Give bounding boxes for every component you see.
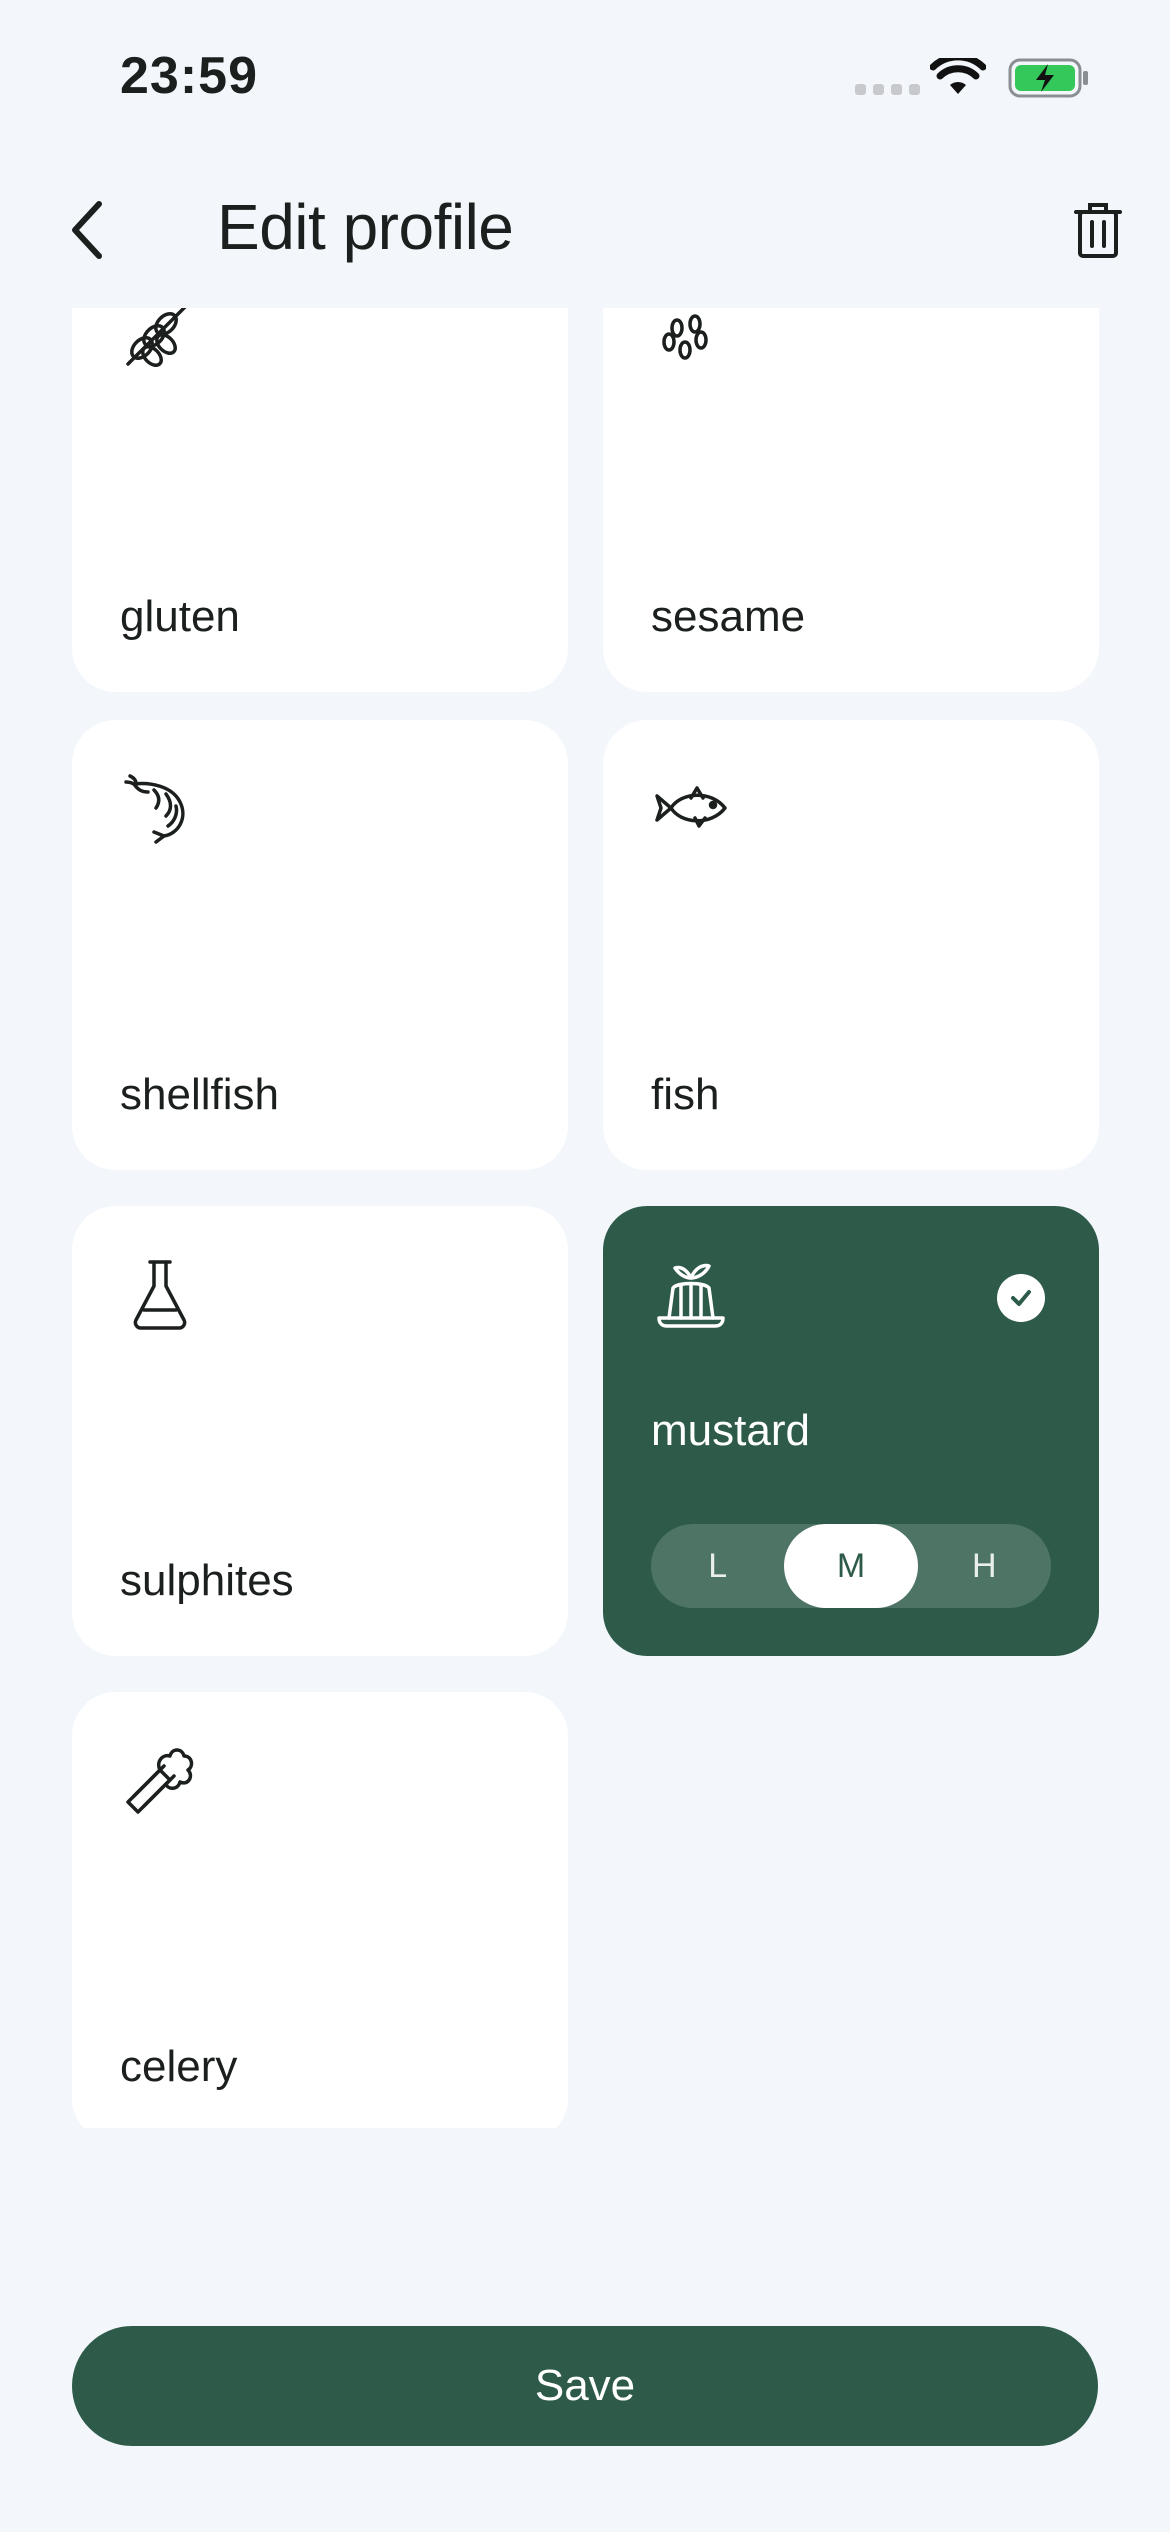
page-title: Edit profile bbox=[217, 191, 514, 263]
wifi-icon bbox=[930, 58, 986, 94]
celery-icon bbox=[126, 1748, 194, 1814]
severity-option-high[interactable]: H bbox=[918, 1524, 1051, 1608]
allergen-card-gluten[interactable]: gluten bbox=[72, 308, 568, 692]
cellular-signal-icon bbox=[855, 84, 920, 95]
allergen-card-sulphites[interactable]: sulphites bbox=[72, 1206, 568, 1656]
jelly-mold-icon bbox=[657, 1263, 725, 1328]
back-button[interactable] bbox=[52, 190, 122, 270]
allergen-label: celery bbox=[120, 2042, 238, 2091]
allergen-label: sesame bbox=[651, 592, 806, 641]
save-button[interactable]: Save bbox=[72, 2326, 1098, 2446]
battery-charging-icon bbox=[1008, 58, 1088, 98]
header: Edit profile bbox=[0, 160, 1170, 300]
chevron-left-icon bbox=[72, 201, 102, 259]
shrimp-icon bbox=[124, 774, 185, 844]
wheat-icon bbox=[126, 308, 187, 367]
allergen-grid[interactable]: gluten sesame shellfish fish sulphites m… bbox=[0, 308, 1170, 2128]
delete-button[interactable] bbox=[1065, 190, 1130, 270]
flask-icon bbox=[133, 1260, 187, 1330]
sesame-seeds-icon bbox=[662, 314, 708, 360]
allergen-label: mustard bbox=[651, 1406, 810, 1455]
severity-option-medium[interactable]: M bbox=[784, 1524, 918, 1608]
allergen-card-fish[interactable]: fish bbox=[603, 720, 1099, 1170]
allergen-label: shellfish bbox=[120, 1070, 279, 1119]
status-time: 23:59 bbox=[120, 47, 258, 105]
fish-icon bbox=[655, 786, 727, 828]
selected-check-icon bbox=[997, 1274, 1045, 1322]
severity-option-low[interactable]: L bbox=[651, 1524, 784, 1608]
allergen-label: gluten bbox=[120, 592, 240, 641]
allergen-card-celery[interactable]: celery bbox=[72, 1692, 568, 2128]
allergen-card-shellfish[interactable]: shellfish bbox=[72, 720, 568, 1170]
allergen-label: sulphites bbox=[120, 1556, 294, 1605]
severity-selector: L M H bbox=[651, 1524, 1051, 1608]
allergen-label: fish bbox=[651, 1070, 720, 1119]
allergen-card-mustard[interactable]: mustard L M H bbox=[603, 1206, 1099, 1656]
allergen-card-sesame[interactable]: sesame bbox=[603, 308, 1099, 692]
trash-icon bbox=[1073, 203, 1122, 258]
status-bar: 23:59 bbox=[0, 0, 1170, 150]
